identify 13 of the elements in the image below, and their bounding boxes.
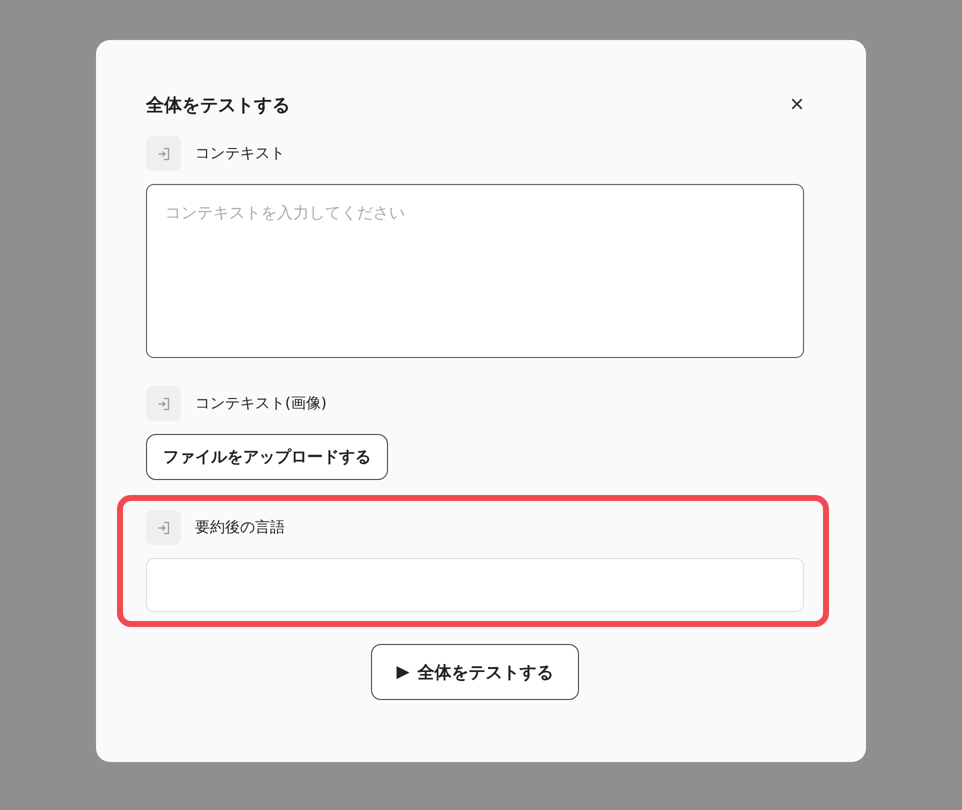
context-field[interactable]: コンテキストを入力してください [146, 184, 804, 358]
upload-button[interactable]: ファイルをアップロードする [146, 434, 388, 480]
run-button[interactable]: ▶ 全体をテストする [371, 644, 579, 700]
play-icon: ▶ [396, 662, 410, 682]
field-label: コンテキスト(画像) [195, 394, 327, 413]
close-button[interactable]: × [790, 93, 804, 117]
field-label: 要約後の言語 [195, 518, 285, 537]
input-field[interactable] [146, 558, 804, 612]
input-icon [156, 396, 170, 410]
field-label: コンテキスト [195, 144, 285, 163]
input-icon [156, 520, 170, 534]
dialog-title: 全体をテストする [146, 94, 290, 117]
input-icon [156, 146, 170, 160]
